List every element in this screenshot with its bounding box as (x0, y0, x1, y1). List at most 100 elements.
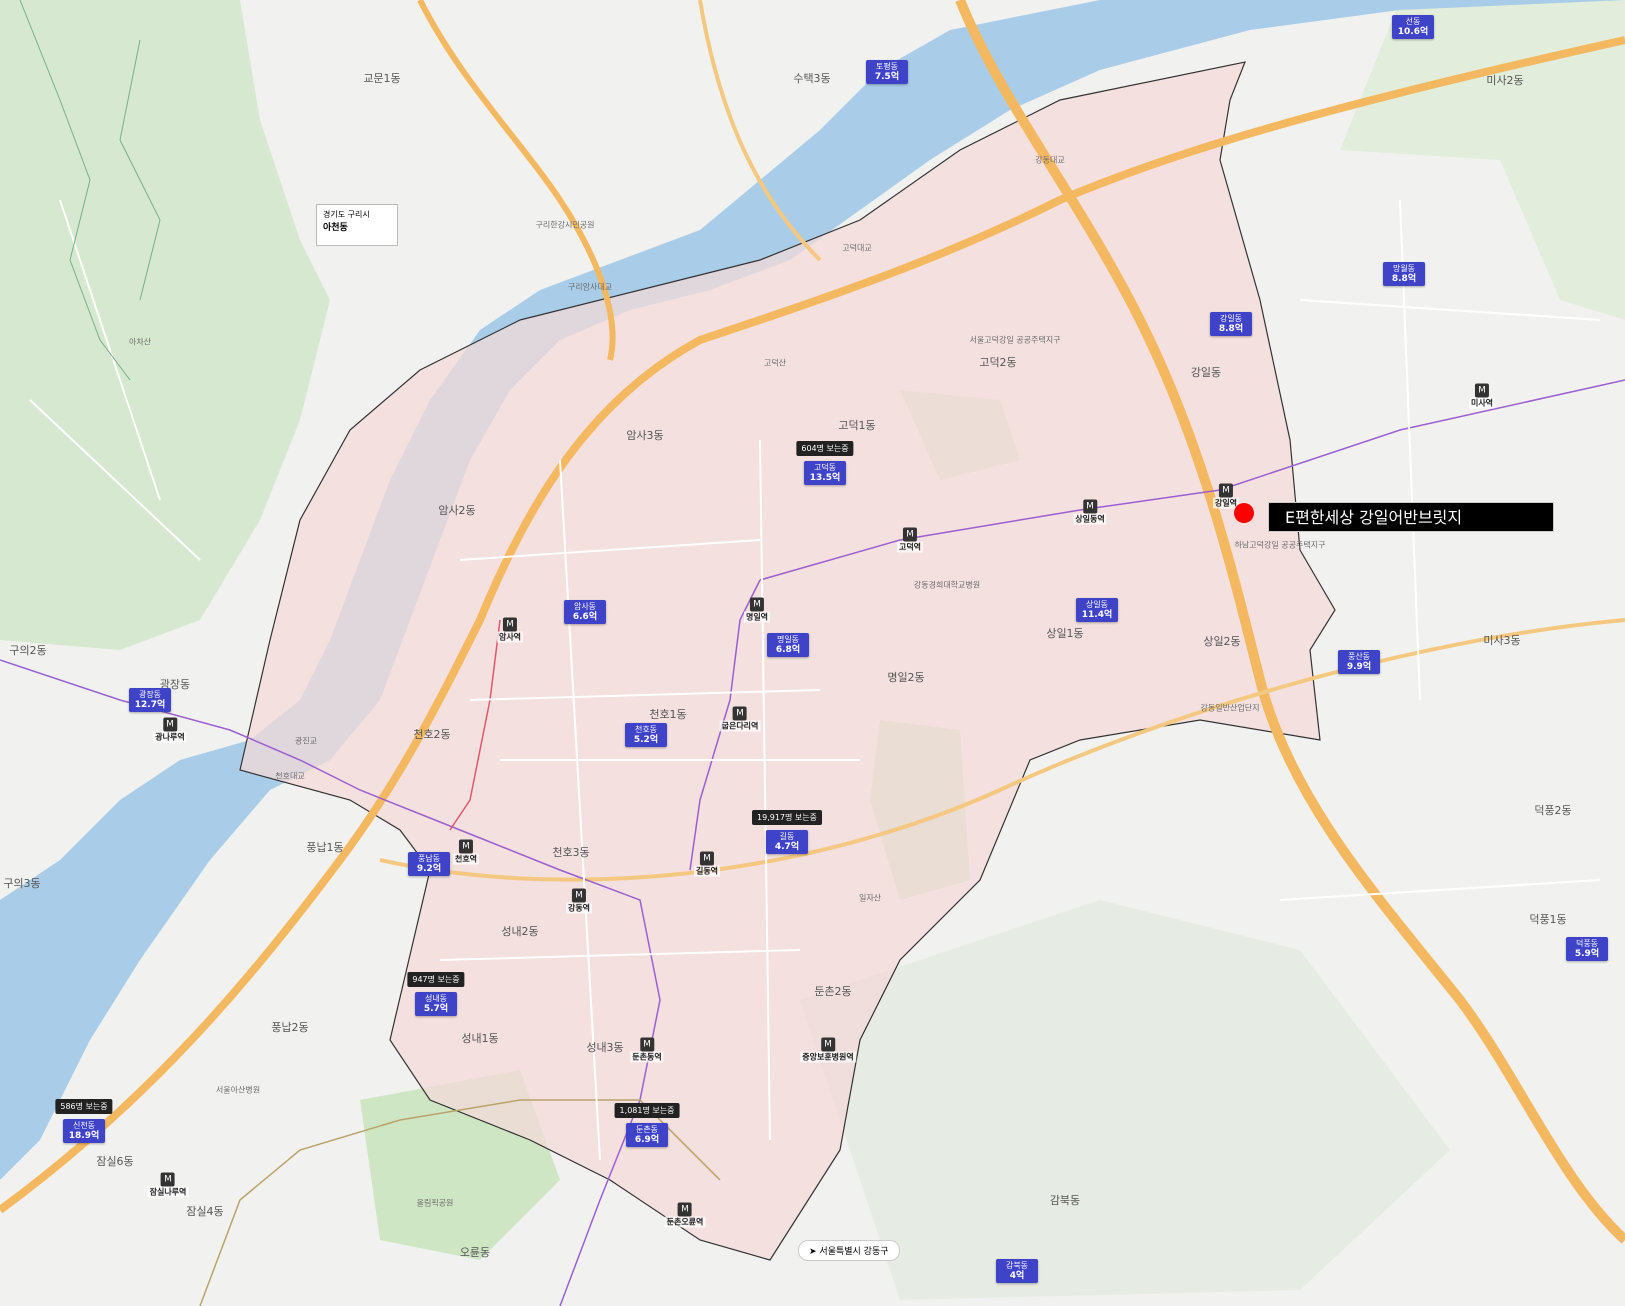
subway-icon: M (162, 717, 177, 732)
price-badge[interactable]: 토평동 7.5억 (866, 60, 908, 84)
poi-label[interactable]: 아차산 (129, 337, 151, 348)
subway-station[interactable]: M 천호역 (452, 839, 480, 865)
district-label: 구의3동 (3, 877, 41, 890)
district-label: 성내3동 (586, 1041, 624, 1054)
viewer-count-tag: 586명 보는중 (55, 1099, 113, 1114)
price-badge[interactable]: 고덕동 13.5억 (804, 461, 846, 485)
price-badge[interactable]: 명일동 6.8억 (767, 633, 809, 657)
subway-station[interactable]: M 둔촌오륜역 (664, 1202, 706, 1228)
poi-label[interactable]: 올림픽공원 (417, 1198, 454, 1209)
district-label: 교문1동 (363, 72, 401, 85)
subway-station[interactable]: M 암사역 (496, 617, 524, 643)
poi-label[interactable]: 강동경희대학교병원 (914, 580, 980, 591)
district-label: 암사3동 (626, 429, 664, 442)
district-label: 상일2동 (1203, 635, 1241, 648)
price-badge[interactable]: 망월동 8.8억 (1383, 262, 1425, 286)
subway-station[interactable]: M 미사역 (1468, 383, 1496, 409)
poi-label[interactable]: 구리암사대교 (568, 282, 612, 293)
poi-label[interactable]: 서울아산병원 (216, 1085, 260, 1096)
price-badge[interactable]: 둔촌동 6.9억 (626, 1123, 668, 1147)
price-badge[interactable]: 상일동 11.4억 (1076, 598, 1118, 622)
district-label: 천호2동 (413, 728, 451, 741)
price-badge[interactable]: 암사동 6.6억 (564, 600, 606, 624)
subway-icon: M (161, 1172, 175, 1187)
price-badge[interactable]: 성내동 5.7억 (415, 992, 457, 1016)
viewer-count-tag: 947명 보는중 (407, 972, 465, 987)
navigation-icon: ➤ (809, 1247, 817, 1257)
price-badge[interactable]: 광장동 12.7억 (129, 688, 171, 712)
district-label: 잠실4동 (186, 1205, 224, 1218)
current-location-badge[interactable]: ➤ 서울특별시 강동구 (798, 1240, 900, 1261)
poi-label[interactable]: 고덕대교 (842, 243, 871, 254)
subway-icon: M (572, 888, 586, 903)
district-label: 천호1동 (649, 708, 687, 721)
district-label: 상일1동 (1046, 627, 1084, 640)
subway-icon: M (821, 1037, 835, 1052)
district-label: 강일동 (1190, 366, 1222, 379)
subway-station[interactable]: M 중앙보훈병원역 (800, 1037, 856, 1063)
price-badge[interactable]: 감북동 4억 (996, 1259, 1038, 1283)
target-location-label: E편한세상 강일어반브릿지 (1268, 502, 1554, 532)
subway-station[interactable]: M 강일역 (1212, 483, 1240, 509)
district-label: 암사2동 (438, 504, 476, 517)
district-label: 고덕1동 (838, 419, 876, 432)
district-label: 성내1동 (461, 1032, 499, 1045)
poi-label[interactable]: 일자산 (859, 893, 881, 904)
district-label: 오륜동 (459, 1246, 491, 1259)
subway-station[interactable]: M 강동역 (565, 888, 593, 914)
price-badge[interactable]: 길동 4.7억 (766, 830, 808, 854)
subway-station[interactable]: M 길동역 (693, 851, 721, 877)
district-label: 천호3동 (552, 846, 590, 859)
district-label: 둔촌2동 (814, 985, 852, 998)
district-label: 풍납1동 (306, 841, 344, 854)
district-label: 덕풍2동 (1534, 804, 1572, 817)
poi-label[interactable]: 고덕산 (764, 358, 786, 369)
subway-station[interactable]: M 상일동역 (1073, 499, 1107, 525)
price-badge[interactable]: 천호동 5.2억 (625, 723, 667, 747)
subway-station[interactable]: M 명일역 (743, 597, 771, 623)
district-label: 미사2동 (1486, 74, 1524, 87)
subway-icon: M (639, 1037, 654, 1052)
subway-station[interactable]: M 고덕역 (896, 527, 924, 553)
price-badge[interactable]: 신천동 18.9억 (63, 1119, 105, 1143)
poi-label[interactable]: 강동일반산업단지 (1201, 703, 1260, 714)
subway-icon: M (678, 1202, 692, 1217)
subway-icon: M (1082, 499, 1097, 514)
price-badge[interactable]: 풍납동 9.2억 (408, 852, 450, 876)
poi-label[interactable]: 구리한강시민공원 (536, 220, 595, 231)
subway-icon: M (750, 597, 764, 612)
area-info-card[interactable]: 경기도 구리시 아천동 (316, 204, 398, 246)
district-label: 잠실6동 (96, 1155, 134, 1168)
district-label: 성내2동 (501, 925, 539, 938)
viewer-count-tag: 19,917명 보는중 (752, 810, 822, 825)
poi-label[interactable]: 하남고덕강일 공공주택지구 (1235, 540, 1326, 551)
poi-label[interactable]: 천호대교 (275, 771, 304, 782)
subway-icon: M (1219, 483, 1233, 498)
area-dong: 아천동 (323, 223, 348, 233)
subway-icon: M (700, 851, 714, 866)
subway-station[interactable]: M 광나루역 (153, 717, 187, 743)
district-label: 미사3동 (1483, 634, 1521, 647)
subway-icon: M (503, 617, 517, 632)
price-badge[interactable]: 덕풍동 5.9억 (1566, 937, 1608, 961)
target-location-marker[interactable] (1234, 503, 1254, 523)
price-badge[interactable]: 풍산동 9.9억 (1338, 650, 1380, 674)
district-label: 감북동 (1049, 1194, 1081, 1207)
price-badge[interactable]: 강일동 8.8억 (1210, 312, 1252, 336)
poi-label[interactable]: 광진교 (295, 736, 317, 747)
viewer-count-tag: 1,081명 보는중 (614, 1103, 680, 1118)
subway-icon: M (459, 839, 473, 854)
subway-icon: M (733, 706, 747, 721)
subway-station[interactable]: M 굽은다리역 (719, 706, 761, 732)
district-label: 고덕2동 (979, 356, 1017, 369)
price-badge[interactable]: 선동 10.6억 (1392, 15, 1434, 39)
subway-icon: M (903, 527, 917, 542)
district-label: 풍납2동 (271, 1021, 309, 1034)
district-label: 수택3동 (793, 72, 831, 85)
viewer-count-tag: 604명 보는중 (796, 441, 854, 456)
map-background[interactable] (0, 0, 1625, 1306)
poi-label[interactable]: 서울고덕강일 공공주택지구 (970, 335, 1061, 346)
subway-station[interactable]: M 둔촌동역 (630, 1037, 664, 1063)
poi-label[interactable]: 강동대교 (1035, 155, 1064, 166)
subway-station[interactable]: M 잠실나루역 (147, 1172, 189, 1198)
